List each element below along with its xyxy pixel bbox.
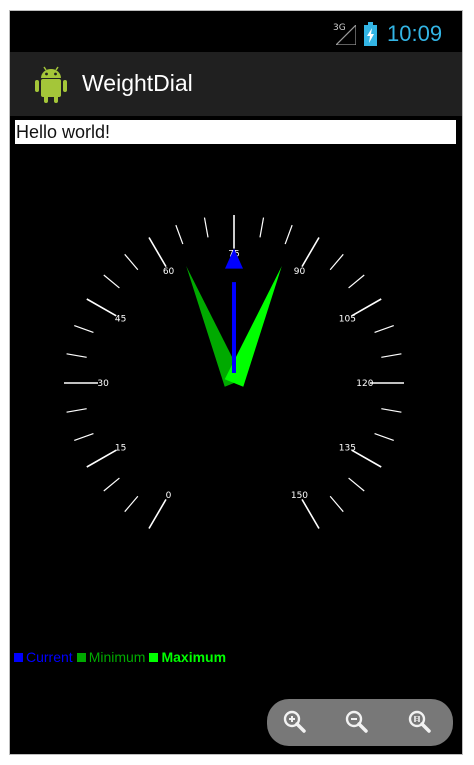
- major-tick: [86, 298, 117, 317]
- minor-tick: [203, 217, 209, 238]
- legend: Current Minimum Maximum: [14, 648, 230, 666]
- major-tick: [86, 449, 117, 468]
- minor-tick: [381, 408, 402, 413]
- minor-tick: [66, 408, 87, 413]
- minor-tick: [259, 217, 265, 238]
- tick-label: 135: [339, 444, 356, 454]
- tick-label: 120: [356, 379, 373, 389]
- zoom-in-icon[interactable]: [280, 707, 310, 737]
- legend-label-current: Current: [26, 649, 73, 665]
- tick-label: 15: [115, 444, 126, 454]
- minor-tick: [284, 224, 293, 245]
- legend-item-minimum: Minimum: [76, 649, 146, 665]
- legend-label-minimum: Minimum: [88, 649, 146, 665]
- device-screen: 3G 10:09 WeightDial Hello world! 0 15 30 45…: [9, 10, 463, 755]
- minor-tick: [103, 274, 120, 289]
- legend-swatch-current: [14, 652, 23, 662]
- minor-tick: [374, 324, 394, 334]
- major-tick: [148, 498, 167, 529]
- legend-swatch-minimum: [76, 652, 86, 662]
- minor-tick: [381, 353, 402, 358]
- minor-tick: [124, 495, 139, 513]
- major-tick: [148, 237, 167, 268]
- legend-item-maximum: Maximum: [149, 649, 226, 665]
- zoom-out-icon[interactable]: [342, 707, 372, 737]
- zoom-fit-icon[interactable]: [405, 707, 435, 737]
- minor-tick: [348, 274, 365, 289]
- legend-swatch-maximum: [149, 652, 159, 662]
- tick-label: 150: [291, 491, 308, 501]
- minor-tick: [74, 324, 94, 334]
- tick-label: 90: [294, 267, 306, 277]
- tick-label: 60: [163, 267, 175, 277]
- minor-tick: [348, 477, 365, 492]
- major-tick: [351, 449, 382, 468]
- legend-label-maximum: Maximum: [161, 649, 227, 665]
- minor-tick: [329, 253, 344, 271]
- major-tick: [351, 298, 382, 317]
- minor-tick: [374, 432, 394, 442]
- legend-item-current: Current: [14, 649, 73, 665]
- minor-tick: [124, 253, 139, 271]
- tick-label: 0: [166, 491, 172, 501]
- major-tick: [301, 498, 320, 529]
- minor-tick: [175, 224, 184, 245]
- weight-dial: 0153045607590105120135150: [64, 215, 404, 529]
- tick-label: 45: [115, 314, 126, 324]
- major-tick: [301, 237, 320, 268]
- minor-tick: [329, 495, 344, 513]
- zoom-controls: [267, 699, 453, 746]
- minor-tick: [103, 477, 120, 492]
- tick-label: 30: [97, 379, 109, 389]
- tick-label: 105: [339, 314, 356, 324]
- minor-tick: [74, 432, 94, 442]
- minor-tick: [66, 353, 87, 358]
